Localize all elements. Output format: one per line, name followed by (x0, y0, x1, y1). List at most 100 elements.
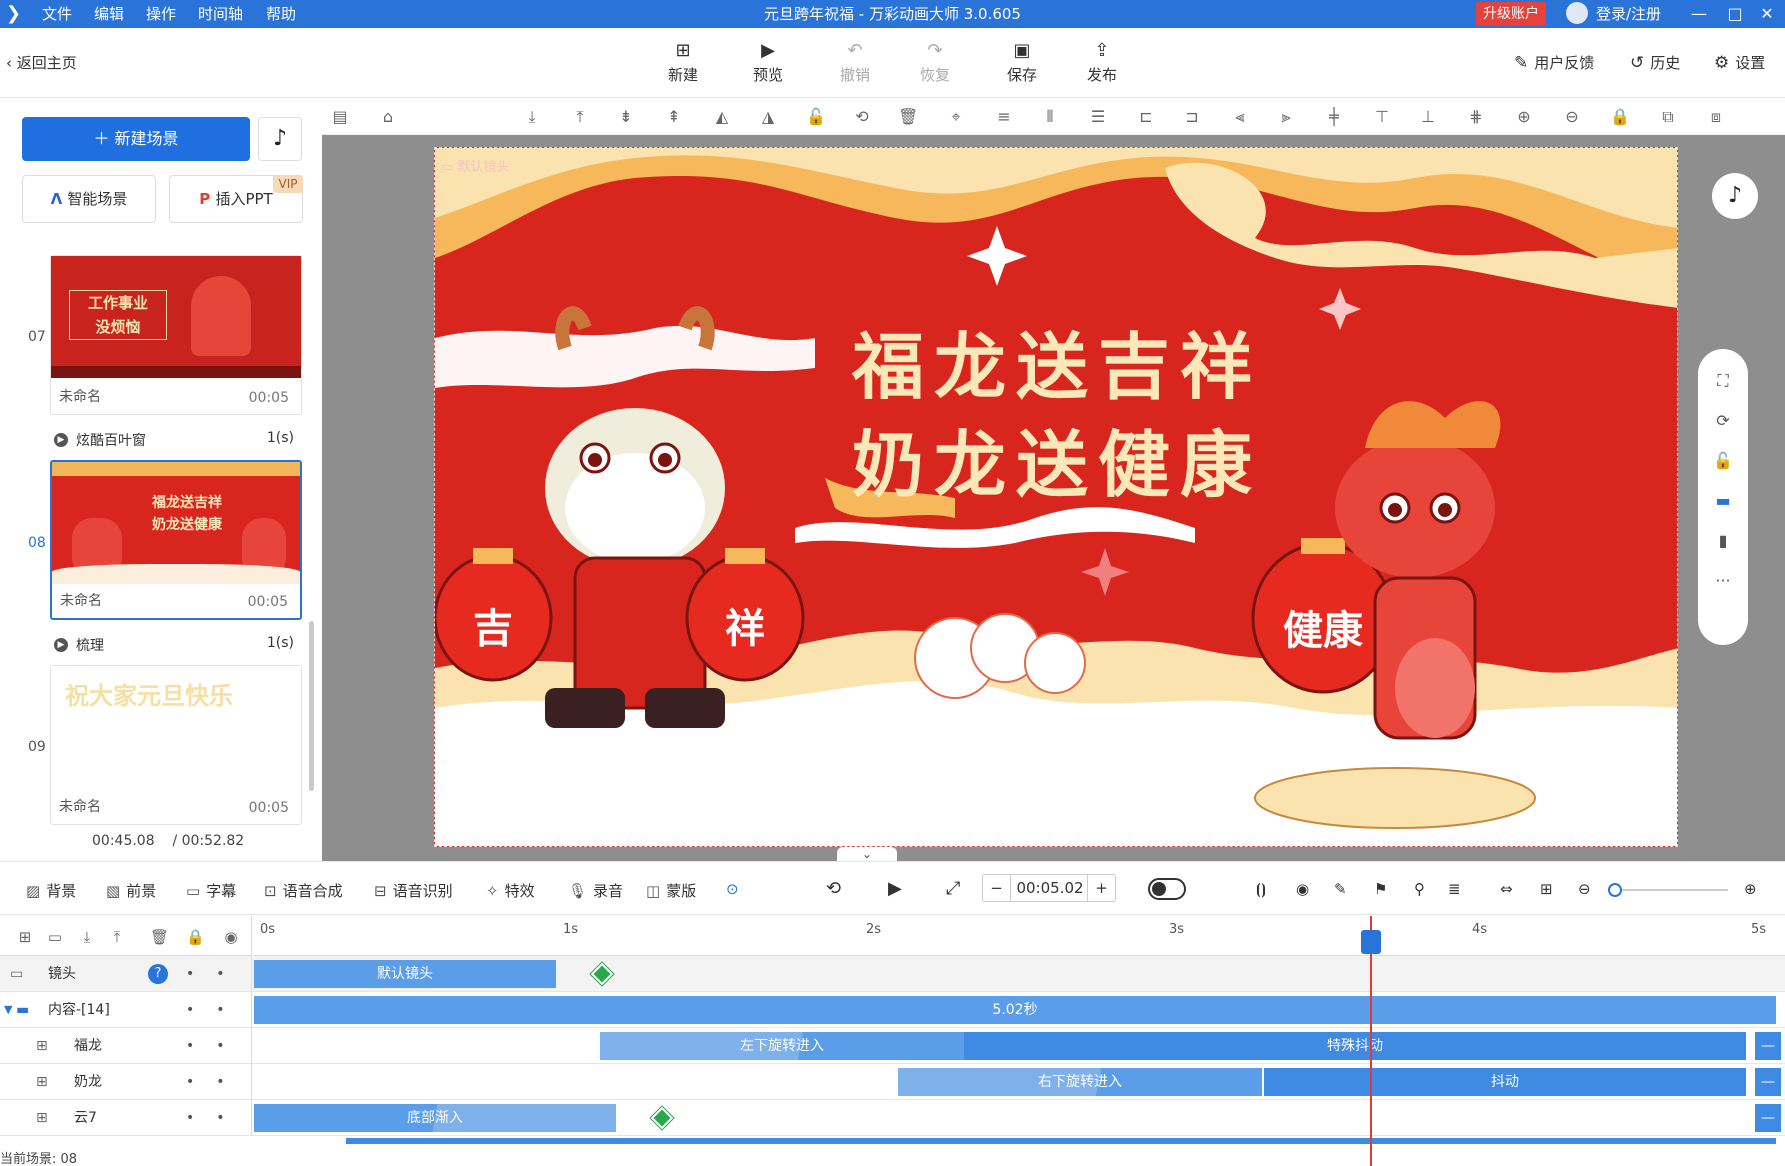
foreground-button[interactable]: ▧ 前景 (106, 880, 156, 901)
unlock-icon[interactable]: 🔓 (1713, 451, 1733, 471)
align-right-edge-icon[interactable]: ⊐ (1182, 107, 1202, 127)
track-toggles[interactable]: •• (186, 956, 247, 992)
record-button[interactable]: 🎙 录音 (568, 880, 623, 901)
lock-icon[interactable]: 🔒 (186, 928, 205, 946)
scene-panel-scrollbar[interactable] (309, 621, 314, 791)
delete-icon[interactable]: 🗑 (898, 107, 918, 127)
new-button[interactable]: ⊞ 新建 (653, 40, 713, 85)
snapshot-button[interactable]: ◉ (1296, 880, 1309, 898)
edit-button[interactable]: ✎ (1334, 880, 1347, 898)
upgrade-account-button[interactable]: 升级账户 (1476, 2, 1546, 26)
menu-action[interactable]: 操作 (146, 0, 176, 28)
play-button[interactable]: ▶ (888, 878, 902, 899)
background-button[interactable]: ▨ 背景 (26, 880, 76, 901)
track-toggles[interactable]: •• (186, 1064, 247, 1100)
slide-title-line2[interactable]: 奶龙送健康 (435, 406, 1677, 511)
content-bar[interactable]: 5.02秒 (254, 996, 1776, 1024)
redo-button[interactable]: ↷ 恢复 (905, 40, 965, 85)
align-middle-icon[interactable]: ╪ (1324, 107, 1344, 127)
help-icon[interactable]: ? (148, 964, 168, 984)
smart-scene-button[interactable]: Λ 智能场景 (22, 175, 156, 223)
align-top-icon[interactable]: ⤒ (570, 107, 590, 127)
new-scene-button[interactable]: ＋ 新建场景 (22, 117, 250, 161)
distribute-v-icon[interactable]: ☰ (1088, 107, 1108, 127)
time-ruler[interactable]: 0s 1s 2s 3s 4s 5s (254, 916, 1785, 956)
screenshot-icon[interactable]: ⌖ (946, 107, 966, 127)
emphasis-animation-bar[interactable]: 特殊抖动 (964, 1032, 1746, 1060)
feedback-button[interactable]: ✎ 用户反馈 (1514, 52, 1594, 73)
distribute-h-icon[interactable]: ⫴ (1040, 107, 1060, 127)
adjust-button[interactable]: ≣ (1448, 880, 1461, 898)
scene-card-09[interactable]: 祝大家元旦快乐 未命名 00:05 (50, 665, 302, 825)
filter-button[interactable]: ⚲ (1414, 880, 1425, 898)
move-down-icon[interactable]: ⤓ (78, 928, 96, 946)
enter-animation-bar[interactable]: 右下旋转进入 (898, 1068, 1262, 1096)
maximize-button[interactable]: □ (1720, 0, 1750, 28)
scene-card-07[interactable]: 工作事业 没烦恼 未命名 00:05 (50, 255, 302, 415)
time-stepper[interactable]: − 00:05.02 + (982, 874, 1116, 902)
align-left-edge-icon[interactable]: ⊏ (1136, 107, 1156, 127)
track-camera[interactable]: ▭ 镜头 ? •• 默认镜头 (0, 956, 1785, 992)
back-home-button[interactable]: ‹ 返回主页 (6, 52, 77, 73)
more-button[interactable]: ⊙ (726, 880, 739, 898)
history-button[interactable]: ↺ 历史 (1630, 52, 1680, 73)
track-toggles[interactable]: •• (186, 1100, 247, 1136)
track-fulong[interactable]: ⊞ 福龙 •• 左下旋转进入 特殊抖动 — (0, 1028, 1785, 1064)
zoom-in-icon[interactable]: ⊕ (1514, 107, 1534, 127)
marker-button[interactable]: ⚑ (1374, 880, 1387, 898)
menu-file[interactable]: 文件 (42, 0, 72, 28)
slide-canvas[interactable]: ▭ 默认镜头 福龙送吉祥 奶龙送健康 吉 祥 健康 (434, 147, 1678, 847)
insert-ppt-button[interactable]: P 插入PPT VIP (169, 175, 303, 223)
mode-toggle[interactable] (1148, 878, 1186, 900)
lock-icon[interactable]: 🔒 (1610, 107, 1630, 127)
align-center-icon[interactable]: ≡ (994, 107, 1014, 127)
login-button[interactable]: 登录/注册 (1566, 0, 1661, 28)
more-icon[interactable]: ··· (1713, 571, 1733, 591)
enter-animation-bar[interactable]: 底部渐入 (254, 1104, 616, 1132)
effects-button[interactable]: ✧ 特效 (486, 880, 535, 901)
align-bottom-edge-icon[interactable]: ⊥ (1418, 107, 1438, 127)
fit-screen-icon[interactable]: ⛶ (1713, 371, 1733, 391)
time-value[interactable]: 00:05.02 (1011, 875, 1089, 901)
fit-width-button[interactable]: ⇔ (1500, 880, 1513, 898)
track-nailong[interactable]: ⊞ 奶龙 •• 右下旋转进入 抖动 — (0, 1064, 1785, 1100)
time-plus-button[interactable]: + (1087, 875, 1115, 901)
collapse-timeline-button[interactable]: ⌄ (837, 847, 897, 861)
equal-space-icon[interactable]: ⋕ (1466, 107, 1486, 127)
mask-button[interactable]: ◫ 蒙版 (646, 880, 696, 901)
add-folder-icon[interactable]: ⊞ (16, 928, 34, 946)
transition-item[interactable]: ▶ 梳理 1(s) (54, 635, 294, 655)
actual-size-button[interactable]: ⊞ (1540, 880, 1553, 898)
folder-icon[interactable]: ▭ (46, 928, 64, 946)
move-up-icon[interactable]: ⤒ (108, 928, 126, 946)
timeline-scrollbar[interactable] (346, 1138, 1776, 1144)
paste-icon[interactable]: ⧈ (1706, 107, 1726, 127)
align-vcenter-icon[interactable]: ⇟ (616, 107, 636, 127)
flip-vertical-icon[interactable]: ◮ (758, 107, 778, 127)
canvas-music-button[interactable]: ♪ (1712, 173, 1758, 219)
zoom-slider[interactable] (1612, 889, 1728, 891)
preview-button[interactable]: ▶ 预览 (738, 40, 798, 85)
zoom-slider-handle[interactable] (1608, 883, 1622, 897)
expand-arrow-icon[interactable]: ▼ (4, 992, 12, 1028)
exit-marker[interactable]: — (1755, 1032, 1781, 1060)
desktop-icon[interactable]: ▬ (1713, 491, 1733, 511)
track-cloud7[interactable]: ⊞ 云7 •• 底部渐入 — (0, 1100, 1785, 1136)
exit-marker[interactable]: — (1755, 1104, 1781, 1132)
layout-icon[interactable]: ▤ (330, 107, 350, 127)
delete-icon[interactable]: 🗑 (150, 928, 169, 946)
music-button[interactable]: ♪ (258, 117, 302, 161)
time-minus-button[interactable]: − (983, 875, 1011, 901)
align-bottom-icon[interactable]: ⤓ (522, 107, 542, 127)
undo-button[interactable]: ↶ 撤销 (825, 40, 885, 85)
zoom-out-icon[interactable]: ⊖ (1562, 107, 1582, 127)
menu-edit[interactable]: 编辑 (94, 0, 124, 28)
subtitle-button[interactable]: ▭ 字幕 (186, 880, 236, 901)
camera-view-button[interactable]: ⦗⦘ (1256, 880, 1266, 898)
align-right-icon[interactable]: ⫸ (1276, 107, 1296, 127)
add-keyframe-icon[interactable] (649, 1105, 675, 1131)
track-toggles[interactable]: •• (186, 992, 247, 1028)
scene-card-08[interactable]: 福龙送吉祥 奶龙送健康 未命名 00:05 (50, 460, 302, 620)
emphasis-animation-bar[interactable]: 抖动 (1264, 1068, 1746, 1096)
add-keyframe-icon[interactable] (589, 961, 615, 987)
